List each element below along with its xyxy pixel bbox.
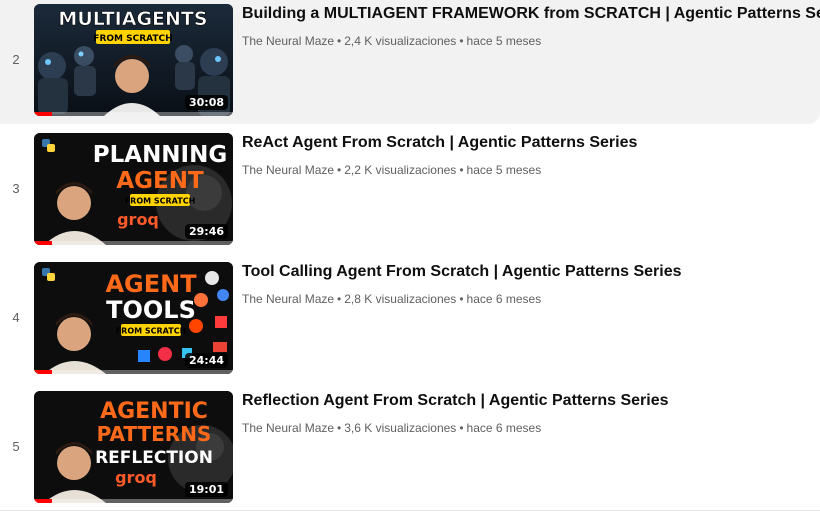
separator: • [459,292,464,306]
separator: • [337,421,342,435]
google-icon [217,289,229,301]
watch-progress-bar [34,241,233,245]
thumbnail-subheadline: FROM SCRATCH [93,34,172,44]
view-count: 2,8 K visualizaciones [344,292,457,306]
divider [0,510,820,511]
video-title[interactable]: Building a MULTIAGENT FRAMEWORK from SCR… [242,4,820,24]
gmail-icon [213,342,227,352]
thumbnail-headline-2: PATTERNS [97,422,212,446]
playlist-item[interactable]: 3 PLANNING AGENT FROM SCRATCH groq 29:46 [0,124,820,253]
twilio-icon [158,347,172,361]
view-count: 3,6 K visualizaciones [344,421,457,435]
thumbnail-subheadline: REFLECTION [95,448,213,468]
playlist-item-index: 3 [12,181,20,196]
separator: • [459,34,464,48]
watch-progress-bar [34,112,233,116]
thumbnail-headline: PLANNING [93,142,228,168]
video-title[interactable]: ReAct Agent From Scratch | Agentic Patte… [242,133,812,153]
playlist-video-list: 2 MULTIAGENTS FROM SCRATCH 30:08 Buildin… [0,0,820,519]
video-duration: 30:08 [184,95,228,110]
thumbnail-subheadline: FROM SCRATCH [125,197,196,206]
video-thumbnail[interactable]: MULTIAGENTS FROM SCRATCH 30:08 [34,4,233,116]
jira-icon [138,350,150,362]
video-thumbnail[interactable]: AGENTIC PATTERNS REFLECTION groq 19:01 [34,391,233,503]
playlist-item-index: 5 [12,439,20,454]
video-duration: 19:01 [184,482,228,497]
video-metadata: The Neural Maze • 2,4 K visualizaciones • ha… [242,33,812,49]
thumbnail-headline-2: AGENT [116,168,204,194]
video-thumbnail[interactable]: AGENT TOOLS FROM SCRATCH 24:44 [34,262,233,374]
tools-icon [215,316,227,328]
upload-age: hace 5 meses [466,163,542,177]
upload-age: hace 5 meses [466,34,542,48]
playlist-item[interactable]: 5 AGENTIC PATTERNS REFLECTION groq 19:01… [0,382,820,511]
thumbnail-brand: groq [115,468,157,487]
thumbnail-subheadline: FROM SCRATCH [116,327,187,336]
watch-progress-bar [34,370,233,374]
thumbnail-headline: AGENTIC [100,399,208,424]
video-title[interactable]: Tool Calling Agent From Scratch | Agenti… [242,262,812,282]
video-metadata: The Neural Maze • 2,2 K visualizaciones • ha… [242,162,812,178]
video-metadata: The Neural Maze • 3,6 K visualizaciones • ha… [242,420,812,436]
channel-name[interactable]: The Neural Maze [242,421,334,435]
separator: • [337,292,342,306]
upload-age: hace 6 meses [466,421,542,435]
channel-name[interactable]: The Neural Maze [242,34,334,48]
video-metadata: The Neural Maze • 2,8 K visualizaciones • ha… [242,291,812,307]
video-duration: 29:46 [184,224,228,239]
view-count: 2,2 K visualizaciones [344,163,457,177]
separator: • [337,163,342,177]
playlist-item-index: 4 [12,310,20,325]
view-count: 2,4 K visualizaciones [344,34,457,48]
video-title[interactable]: Reflection Agent From Scratch | Agentic … [242,391,812,411]
playlist-item-index: 2 [12,52,20,67]
wikipedia-icon [205,271,219,285]
thumbnail-brand: groq [117,210,159,229]
playlist-item[interactable]: 2 MULTIAGENTS FROM SCRATCH 30:08 Buildin… [0,0,820,124]
thumbnail-headline: MULTIAGENTS [58,8,207,30]
watch-progress-bar [34,499,233,503]
video-thumbnail[interactable]: PLANNING AGENT FROM SCRATCH groq 29:46 [34,133,233,245]
playlist-item[interactable]: 4 AGENT TOOLS FROM SCRATCH 24:44 Tool Ca… [0,253,820,382]
upload-age: hace 6 meses [466,292,542,306]
video-duration: 24:44 [184,353,228,368]
channel-name[interactable]: The Neural Maze [242,163,334,177]
separator: • [459,421,464,435]
thumbnail-headline: AGENT [105,270,197,298]
channel-name[interactable]: The Neural Maze [242,292,334,306]
separator: • [337,34,342,48]
separator: • [459,163,464,177]
thumbnail-headline-2: TOOLS [106,296,196,324]
